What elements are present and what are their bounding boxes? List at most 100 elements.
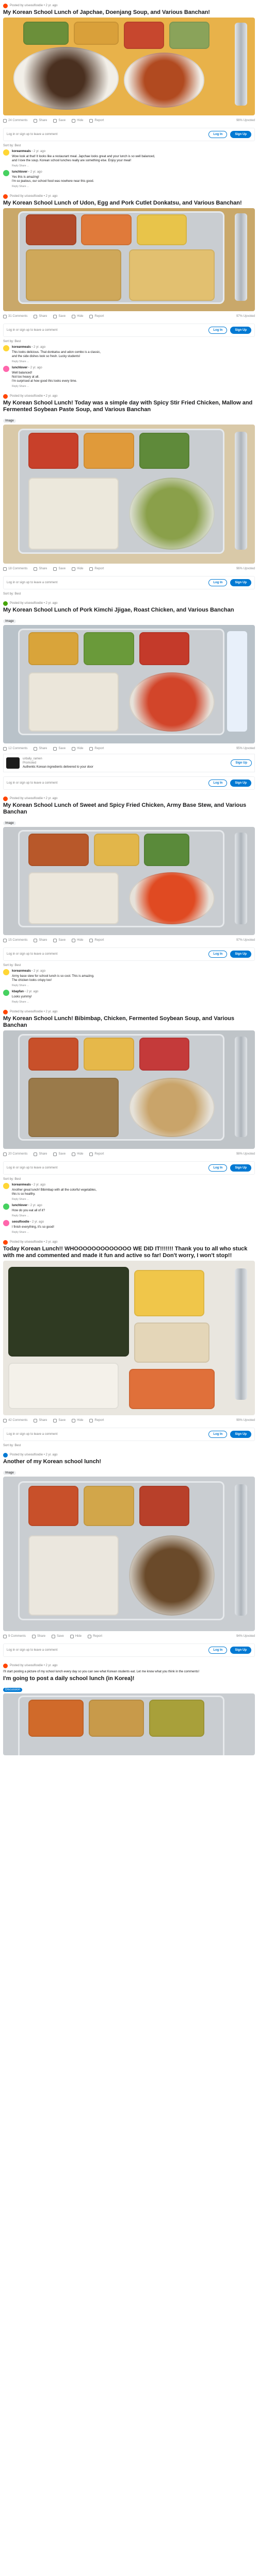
share-button[interactable]: Share [34,314,47,318]
post-title[interactable]: Another of my Korean school lunch! [3,1459,255,1465]
post-flair[interactable]: Image [3,419,16,423]
comment-actions[interactable]: Reply Share ... [12,1000,255,1004]
signup-button[interactable]: Sign Up [230,1431,251,1438]
comment-user[interactable]: koreanmeals · 2 yr. ago [12,969,255,973]
comments-button[interactable]: 20 Comments [3,1152,27,1156]
share-button[interactable]: Share [34,938,47,942]
comment-sort[interactable]: Sort by: Best [3,592,255,596]
subreddit-icon[interactable] [3,796,8,801]
comment-user[interactable]: kbapfan · 2 yr. ago [12,990,255,994]
avatar[interactable] [3,1220,9,1226]
post-image[interactable] [3,1261,255,1415]
login-button[interactable]: Log In [208,951,228,958]
signup-button[interactable]: Sign Up [230,131,251,138]
login-button[interactable]: Log In [208,131,228,138]
login-button[interactable]: Log In [208,779,228,787]
login-button[interactable]: Log In [208,1164,228,1172]
post-flair[interactable]: Image [3,619,16,623]
comments-button[interactable]: 9 Comments [3,1634,26,1638]
hide-button[interactable]: Hide [72,938,83,942]
comment-user[interactable]: seoulfoodie · 2 yr. ago [12,1220,255,1224]
comment-user[interactable]: koreanmeals · 2 yr. ago [12,149,255,154]
comment-sort[interactable]: Sort by: Best [3,1178,255,1181]
subreddit-icon[interactable] [3,3,8,8]
post-title[interactable]: My Korean School Lunch of Udon, Egg and … [3,200,255,207]
comment-user[interactable]: lunchlover · 2 yr. ago [12,1204,255,1208]
comment-sort[interactable]: Sort by: Best [3,144,255,147]
comment-actions[interactable]: Reply Share ... [12,184,255,189]
hide-button[interactable]: Hide [72,118,83,123]
signup-button[interactable]: Sign Up [230,327,251,334]
report-button[interactable]: Report [89,314,104,318]
hide-button[interactable]: Hide [72,747,83,751]
avatar[interactable] [3,170,9,176]
share-button[interactable]: Share [34,1152,47,1156]
post-image[interactable] [3,625,255,743]
login-button[interactable]: Log In [208,579,228,586]
hide-button[interactable]: Hide [72,567,83,571]
subreddit-icon[interactable] [3,194,8,199]
avatar[interactable] [3,969,9,975]
subreddit-icon[interactable] [3,1240,8,1245]
ad-user[interactable]: u/daily_ramen [23,757,228,761]
avatar[interactable] [3,149,9,156]
post-image[interactable] [3,208,255,311]
hide-button[interactable]: Hide [72,1418,83,1422]
comment-user[interactable]: lunchlover · 2 yr. ago [12,366,255,370]
comments-button[interactable]: 42 Comments [3,1418,27,1422]
comment-user[interactable]: koreanmeals · 2 yr. ago [12,345,255,349]
subreddit-icon[interactable] [3,394,8,399]
report-button[interactable]: Report [89,118,104,123]
post-image[interactable] [3,18,255,115]
comment-actions[interactable]: Reply Share ... [12,384,255,388]
post-flair[interactable]: Discussion [3,1688,23,1692]
post-title[interactable]: My Korean School Lunch of Japchae, Doenj… [3,9,255,16]
report-button[interactable]: Report [88,1634,102,1638]
comment-sort[interactable]: Sort by: Best [3,964,255,967]
post-image[interactable] [3,1030,255,1149]
share-button[interactable]: Share [34,567,47,571]
post-flair[interactable]: Image [3,1471,16,1475]
ad-cta-button[interactable]: Sign Up [231,759,252,767]
post-image[interactable] [3,1477,255,1631]
login-button[interactable]: Log In [208,1431,228,1438]
save-button[interactable]: Save [53,747,66,751]
comment-actions[interactable]: Reply Share ... [12,1197,255,1201]
comment-sort[interactable]: Sort by: Best [3,340,255,343]
comment-actions[interactable]: Reply Share ... [12,360,255,364]
avatar[interactable] [3,366,9,372]
login-button[interactable]: Log In [208,327,228,334]
post-title[interactable]: My Korean School Lunch! Today was a simp… [3,400,255,413]
post-title[interactable]: I'm going to post a daily school lunch (… [3,1675,255,1682]
comment-actions[interactable]: Reply Share ... [12,1214,255,1218]
share-button[interactable]: Share [34,118,47,123]
subreddit-icon[interactable] [3,1452,8,1458]
save-button[interactable]: Save [53,118,66,123]
save-button[interactable]: Save [53,567,66,571]
post-title[interactable]: My Korean School Lunch of Sweet and Spic… [3,802,255,816]
hide-button[interactable]: Hide [72,1152,83,1156]
comments-button[interactable]: 12 Comments [3,747,27,751]
share-button[interactable]: Share [34,1418,47,1422]
save-button[interactable]: Save [53,1152,66,1156]
avatar[interactable] [3,345,9,351]
avatar[interactable] [3,990,9,996]
post-image[interactable] [3,1693,255,1755]
save-button[interactable]: Save [53,938,66,942]
report-button[interactable]: Report [89,1152,104,1156]
save-button[interactable]: Save [53,1418,66,1422]
hide-button[interactable]: Hide [72,314,83,318]
post-image[interactable] [3,425,255,564]
hide-button[interactable]: Hide [70,1634,82,1638]
report-button[interactable]: Report [89,747,104,751]
avatar[interactable] [3,1204,9,1210]
report-button[interactable]: Report [89,567,104,571]
signup-button[interactable]: Sign Up [230,1164,251,1172]
post-image[interactable] [3,827,255,935]
comment-actions[interactable]: Reply Share ... [12,1230,255,1234]
share-button[interactable]: Share [34,747,47,751]
share-button[interactable]: Share [32,1634,45,1638]
subreddit-icon[interactable] [3,1663,8,1668]
comments-button[interactable]: 24 Comments [3,118,27,123]
signup-button[interactable]: Sign Up [230,1647,251,1654]
